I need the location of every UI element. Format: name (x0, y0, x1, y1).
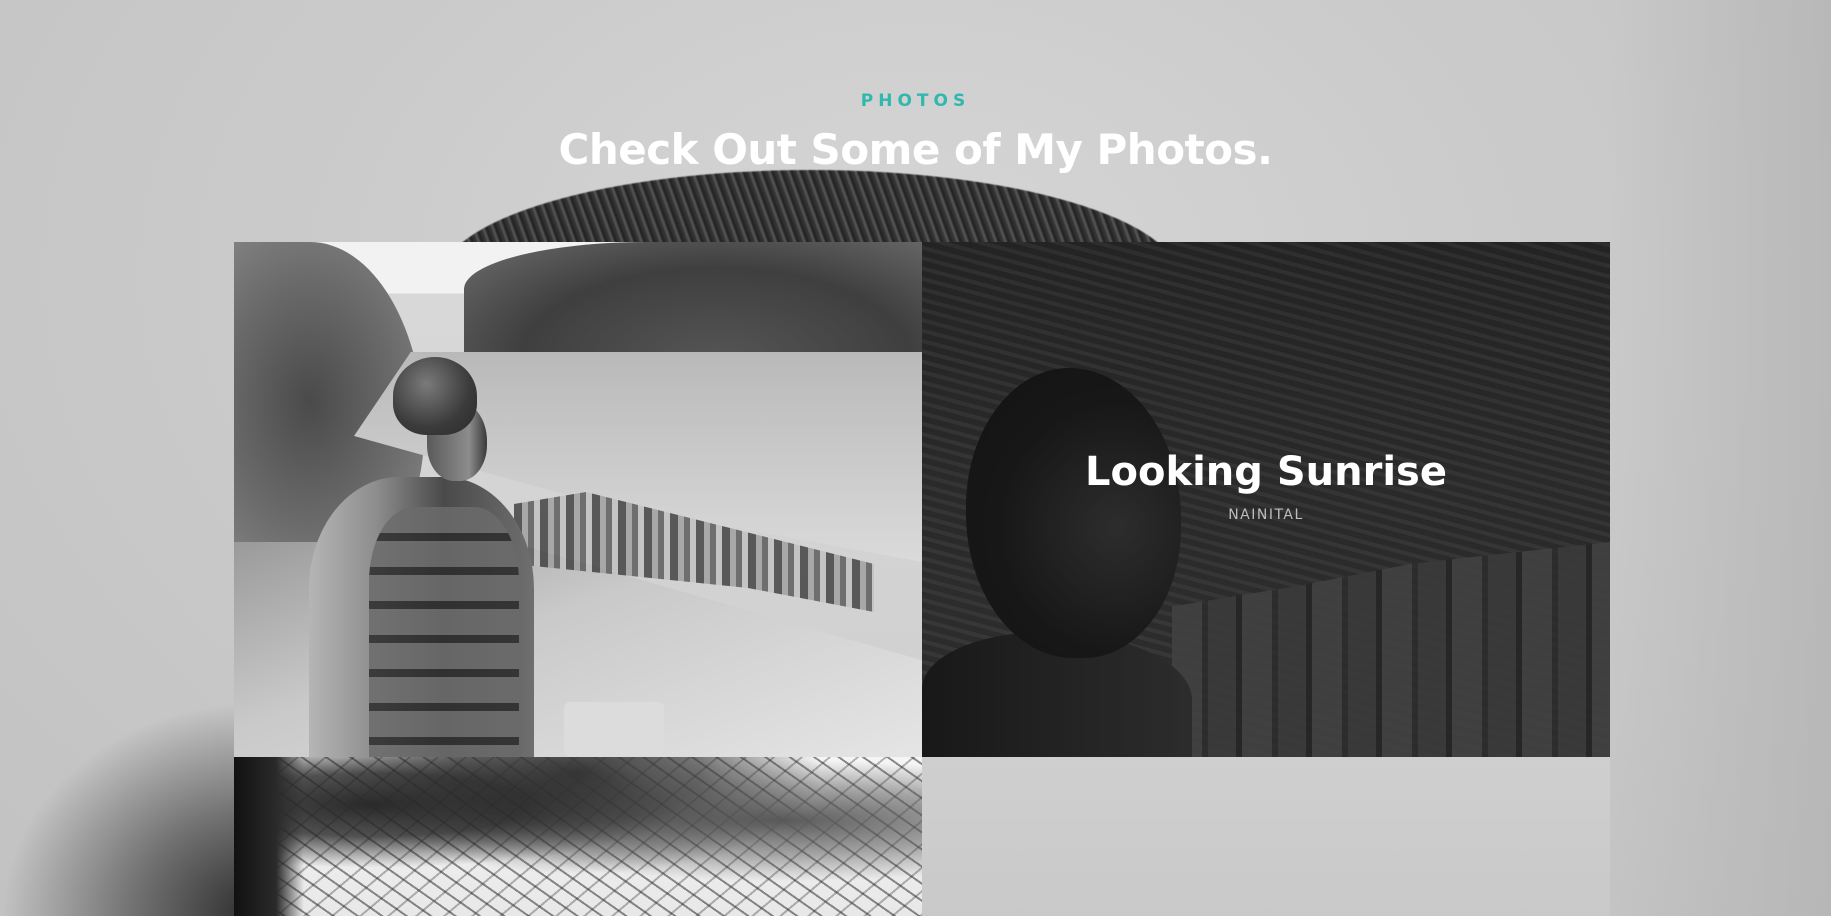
gallery-item-empty[interactable] (922, 757, 1610, 916)
section-header: PHOTOS Check Out Some of My Photos. (0, 90, 1831, 178)
section-eyebrow: PHOTOS (860, 91, 971, 111)
rafting-person (309, 357, 534, 757)
gallery-item-rafting[interactable] (234, 242, 922, 757)
photo-caption-title: Looking Sunrise (1085, 449, 1447, 495)
photo-gallery: Looking Sunrise NAINITAL (234, 242, 1610, 916)
section-headline: Check Out Some of My Photos. (558, 125, 1273, 174)
rafting-life-vest (369, 507, 519, 757)
rafting-paddle (564, 702, 664, 757)
rafting-forest (464, 242, 922, 360)
gallery-item-trees[interactable] (234, 757, 922, 916)
trees-branches (234, 757, 922, 916)
photo-caption-location: NAINITAL (1228, 507, 1304, 523)
gallery-item-looking-sunrise[interactable]: Looking Sunrise NAINITAL (922, 242, 1610, 757)
background-shadow (0, 700, 260, 916)
trees-trunk (234, 757, 304, 916)
photo-caption: Looking Sunrise NAINITAL (1016, 448, 1516, 524)
rafting-helmet (393, 357, 477, 435)
